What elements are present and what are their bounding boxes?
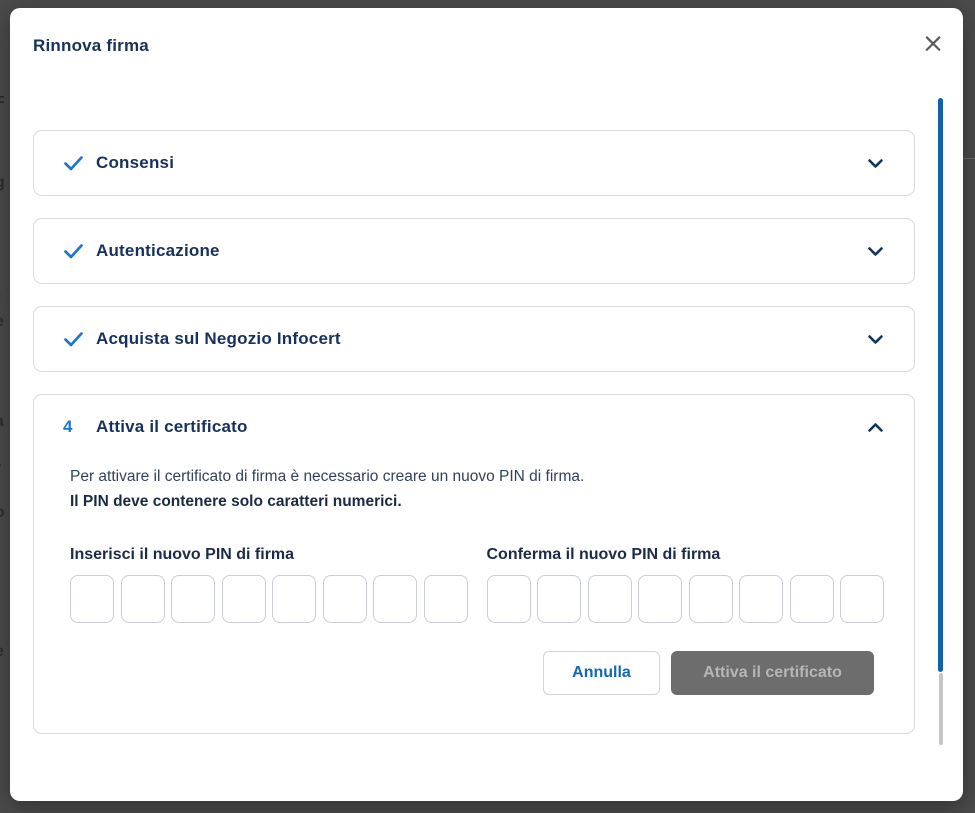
step-card-autenticazione: Autenticazione: [33, 218, 915, 284]
new-pin-group: Inserisci il nuovo PIN di firma: [70, 546, 468, 623]
renew-signature-modal: Rinnova firma × Consensi Autenticazione: [10, 8, 963, 801]
confirm-pin-input-4[interactable]: [638, 575, 682, 623]
new-pin-input-5[interactable]: [272, 575, 316, 623]
confirm-pin-input-7[interactable]: [790, 575, 834, 623]
close-icon[interactable]: ×: [919, 30, 947, 58]
activate-certificate-button[interactable]: Attiva il certificato: [671, 651, 874, 695]
scrollbar-track: [939, 673, 943, 745]
accordion-header-negozio[interactable]: Acquista sul Negozio Infocert: [34, 307, 914, 371]
checkmark-icon: [63, 243, 84, 260]
new-pin-input-3[interactable]: [171, 575, 215, 623]
confirm-pin-group: Conferma il nuovo PIN di firma: [487, 546, 885, 623]
confirm-pin-input-8[interactable]: [840, 575, 884, 623]
pin-rule-note: Il PIN deve contenere solo caratteri num…: [70, 489, 876, 515]
chevron-down-icon: [867, 246, 884, 257]
new-pin-input-7[interactable]: [373, 575, 417, 623]
chevron-down-icon: [867, 158, 884, 169]
modal-scrollbar[interactable]: [938, 98, 943, 745]
confirm-pin-boxes: [487, 575, 885, 623]
background-content-edge: [963, 158, 975, 159]
checkmark-icon: [63, 155, 84, 172]
new-pin-input-2[interactable]: [121, 575, 165, 623]
new-pin-input-6[interactable]: [323, 575, 367, 623]
chevron-down-icon: [867, 334, 884, 345]
step-number: 4: [63, 417, 84, 437]
step-body: Per attivare il certificato di firma è n…: [34, 459, 914, 695]
confirm-pin-input-1[interactable]: [487, 575, 531, 623]
modal-title: Rinnova firma: [33, 36, 149, 56]
new-pin-label: Inserisci il nuovo PIN di firma: [70, 546, 468, 564]
new-pin-boxes: [70, 575, 468, 623]
step-card-negozio: Acquista sul Negozio Infocert: [33, 306, 915, 372]
cancel-button[interactable]: Annulla: [543, 651, 660, 695]
step-label: Attiva il certificato: [96, 417, 248, 437]
accordion-header-autenticazione[interactable]: Autenticazione: [34, 219, 914, 283]
new-pin-input-4[interactable]: [222, 575, 266, 623]
accordion-header-consensi[interactable]: Consensi: [34, 131, 914, 195]
checkmark-icon: [63, 331, 84, 348]
new-pin-input-1[interactable]: [70, 575, 114, 623]
step-label: Autenticazione: [96, 241, 220, 261]
pin-groups-row: Inserisci il nuovo PIN di firma Conferma…: [70, 546, 876, 623]
confirm-pin-input-2[interactable]: [537, 575, 581, 623]
step-label: Acquista sul Negozio Infocert: [96, 329, 341, 349]
confirm-pin-input-3[interactable]: [588, 575, 632, 623]
scrollbar-thumb: [938, 98, 943, 672]
pin-description: Per attivare il certificato di firma è n…: [70, 465, 876, 489]
step-card-attiva-certificato: 4 Attiva il certificato Per attivare il …: [33, 394, 915, 734]
chevron-up-icon: [867, 422, 884, 433]
action-buttons-row: Annulla Attiva il certificato: [70, 651, 876, 695]
confirm-pin-label: Conferma il nuovo PIN di firma: [487, 546, 885, 564]
accordion-header-attiva-certificato[interactable]: 4 Attiva il certificato: [34, 395, 914, 459]
new-pin-input-8[interactable]: [424, 575, 468, 623]
background-overlay: tFgfeiaro•e: [0, 0, 10, 813]
confirm-pin-input-5[interactable]: [689, 575, 733, 623]
step-card-consensi: Consensi: [33, 130, 915, 196]
step-label: Consensi: [96, 153, 174, 173]
confirm-pin-input-6[interactable]: [739, 575, 783, 623]
